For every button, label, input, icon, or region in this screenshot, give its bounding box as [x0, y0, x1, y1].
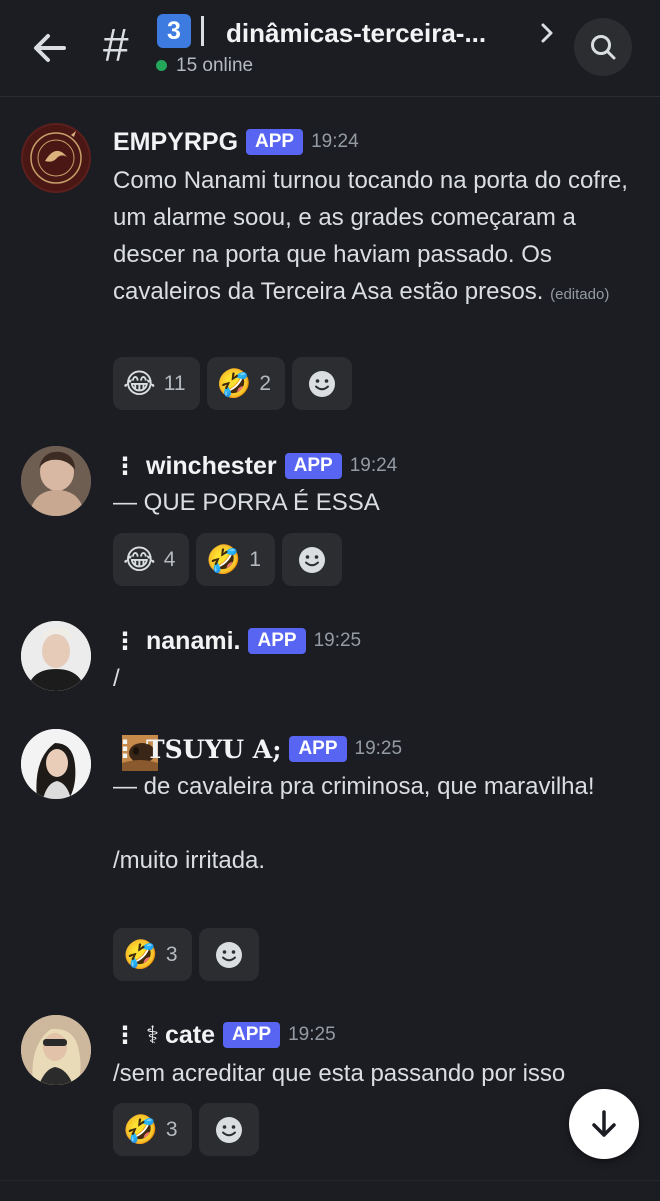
avatar[interactable]	[21, 446, 91, 516]
channel-header: # 3 dinâmicas-terceira-... 15 online	[0, 0, 660, 97]
reaction-rofl[interactable]: 🤣 2	[206, 357, 286, 410]
menu-dots-icon: ⋮	[113, 452, 137, 480]
reaction-rofl[interactable]: 🤣 3	[113, 928, 192, 981]
dog-sticker[interactable]	[121, 661, 158, 771]
message-content: Como Nanami turnou tocando na porta do c…	[113, 162, 633, 313]
username[interactable]: cate	[165, 1021, 215, 1050]
username[interactable]: nanami.	[146, 627, 240, 656]
reaction-rofl[interactable]: 🤣 3	[113, 1103, 192, 1156]
reaction-count: 3	[165, 942, 178, 966]
rolling-on-floor-laughing-icon: 🤣	[216, 367, 252, 399]
message-text: /sem acreditar que esta passando por iss…	[113, 1060, 566, 1087]
reaction-count: 4	[163, 547, 176, 571]
smiley-icon	[298, 546, 325, 573]
search-icon	[591, 35, 616, 60]
add-reaction-button[interactable]	[198, 928, 259, 981]
menu-dots-icon: ⋮	[113, 627, 137, 655]
avatar[interactable]	[21, 621, 91, 691]
app-badge: APP	[223, 1022, 281, 1048]
add-reaction-button[interactable]	[292, 357, 353, 410]
reaction-joy[interactable]: 😂 4	[113, 533, 190, 586]
reaction-count: 11	[163, 371, 186, 395]
username[interactable]: winchester	[146, 452, 277, 481]
smiley-icon	[215, 941, 242, 968]
reaction-count: 2	[259, 371, 272, 395]
back-button[interactable]	[28, 26, 72, 70]
menu-dots-icon: ⋮	[113, 1021, 137, 1049]
smiley-icon	[309, 370, 336, 397]
app-badge: APP	[289, 736, 347, 762]
app-badge: APP	[246, 129, 304, 155]
username[interactable]: EMPYRPG	[113, 128, 238, 157]
message-text: Como Nanami turnou tocando na porta do c…	[113, 167, 635, 305]
reaction-rofl[interactable]: 🤣 1	[196, 533, 275, 586]
message-content: /	[113, 660, 633, 771]
timestamp: 19:25	[354, 738, 403, 759]
chevron-right-icon[interactable]	[536, 20, 558, 46]
face-with-tears-of-joy-icon: 😂	[123, 367, 156, 399]
arrow-down-icon	[592, 1110, 616, 1137]
avatar[interactable]	[21, 729, 91, 799]
staff-symbol-icon: ⚕	[146, 1021, 159, 1049]
smiley-icon	[215, 1116, 242, 1143]
reaction-bar: 🤣 3	[113, 928, 259, 981]
add-reaction-button[interactable]	[198, 1103, 259, 1156]
add-reaction-button[interactable]	[281, 533, 342, 586]
face-with-tears-of-joy-icon: 😂	[123, 543, 156, 575]
arrow-left-icon	[34, 34, 66, 62]
message-text: — de cavaleira pra criminosa, que maravi…	[113, 773, 595, 874]
scroll-to-bottom-button[interactable]	[569, 1089, 639, 1159]
timestamp: 19:24	[311, 131, 359, 152]
online-count: 15 online	[176, 55, 254, 76]
rolling-on-floor-laughing-icon: 🤣	[123, 1113, 158, 1145]
reaction-bar: 😂 11 🤣 2	[113, 357, 353, 410]
timestamp: 19:25	[313, 630, 362, 651]
online-status-dot	[156, 60, 167, 71]
composer-edge	[0, 1180, 660, 1201]
app-badge: APP	[284, 453, 342, 479]
reaction-bar: 🤣 3	[113, 1103, 259, 1156]
hash-icon: #	[103, 19, 129, 71]
app-badge: APP	[248, 628, 306, 654]
reaction-count: 3	[165, 1117, 178, 1141]
menu-dots-icon: ⋮	[113, 735, 137, 763]
reaction-bar: 😂 4 🤣 1	[113, 533, 342, 586]
channel-divider	[201, 16, 204, 46]
username[interactable]: TSUYU A;	[146, 735, 281, 764]
edited-label: (editado)	[550, 286, 610, 303]
avatar[interactable]	[21, 1015, 91, 1085]
reaction-joy[interactable]: 😂 11	[113, 357, 200, 410]
message-text: — QUE PORRA É ESSA	[113, 489, 380, 516]
timestamp: 19:25	[288, 1024, 336, 1045]
rolling-on-floor-laughing-icon: 🤣	[123, 938, 158, 970]
rolling-on-floor-laughing-icon: 🤣	[206, 543, 242, 575]
timestamp: 19:24	[349, 455, 398, 476]
avatar[interactable]	[21, 123, 91, 193]
channel-name[interactable]: dinâmicas-terceira-...	[226, 18, 531, 48]
channel-emoji: 3	[157, 14, 191, 48]
search-button[interactable]	[574, 18, 632, 76]
reaction-count: 1	[249, 547, 261, 571]
message-text: /	[113, 665, 120, 692]
